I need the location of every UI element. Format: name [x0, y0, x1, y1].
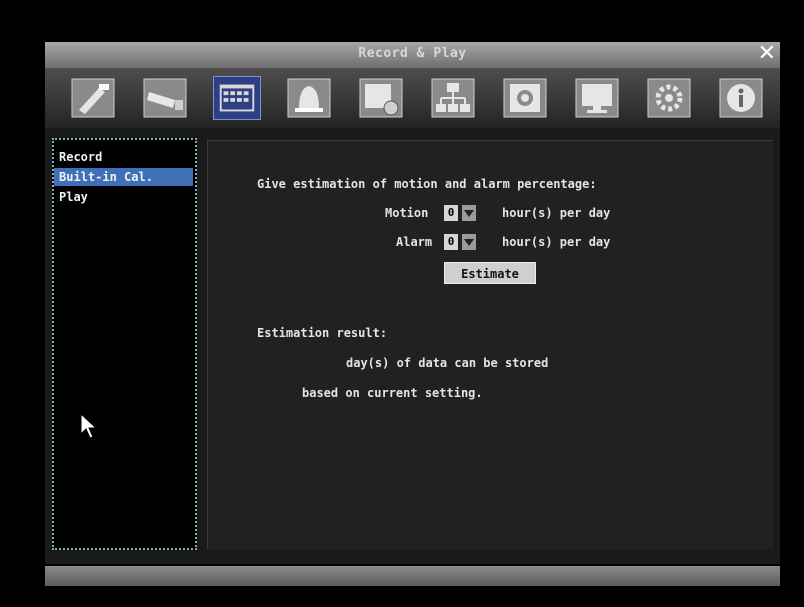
sidebar-item-record[interactable]: Record [54, 148, 193, 166]
network-icon[interactable] [429, 76, 477, 120]
status-bar [45, 566, 780, 586]
chevron-down-icon [462, 234, 476, 250]
sidebar-item-play[interactable]: Play [54, 188, 193, 206]
alarm-hours-value: 0 [444, 234, 458, 250]
disk-icon[interactable] [357, 76, 405, 120]
estimate-button[interactable]: Estimate [444, 262, 536, 284]
alarm-hours-select[interactable]: 0 [444, 234, 476, 250]
window-title: Record & Play [358, 46, 467, 61]
toolbar [45, 68, 780, 128]
alarm-bell-icon[interactable] [285, 76, 333, 120]
sidebar-item-built-in-cal[interactable]: Built-in Cal. [54, 168, 193, 186]
settings-gear-icon[interactable] [645, 76, 693, 120]
alarm-label: Alarm [396, 235, 433, 249]
camera-setup-icon[interactable] [69, 76, 117, 120]
calculator-panel: Give estimation of motion and alarm perc… [207, 140, 773, 550]
title-bar: Record & Play ✕ [45, 41, 780, 68]
motion-hours-value: 0 [444, 205, 458, 221]
close-icon[interactable]: ✕ [758, 41, 776, 67]
record-play-window: Record & Play ✕ Record Built-in Cal. Pla… [45, 41, 780, 564]
motion-label: Motion [385, 206, 429, 220]
record-icon[interactable] [501, 76, 549, 120]
info-icon[interactable] [717, 76, 765, 120]
alarm-unit: hour(s) per day [502, 235, 611, 249]
sidebar-menu: Record Built-in Cal. Play [52, 138, 197, 550]
result-days-text: day(s) of data can be stored [346, 356, 549, 370]
result-heading: Estimation result: [257, 326, 388, 340]
result-basis-text: based on current setting. [302, 386, 483, 400]
chevron-down-icon [462, 205, 476, 221]
camera-icon[interactable] [141, 76, 189, 120]
estimation-prompt: Give estimation of motion and alarm perc… [257, 177, 597, 191]
motion-hours-select[interactable]: 0 [444, 205, 476, 221]
mouse-pointer-icon [80, 412, 98, 439]
motion-unit: hour(s) per day [502, 206, 611, 220]
display-icon[interactable] [573, 76, 621, 120]
calendar-icon[interactable] [213, 76, 261, 120]
